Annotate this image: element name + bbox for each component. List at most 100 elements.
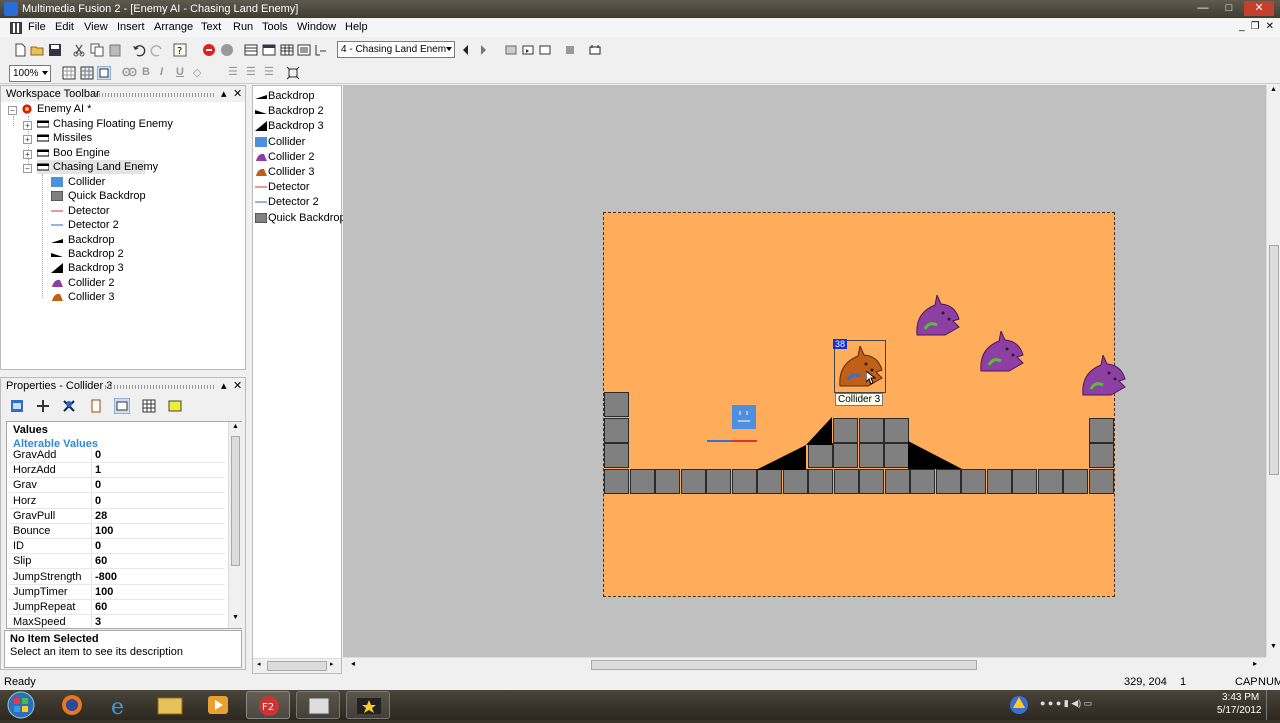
expand-frame-icon[interactable]: + <box>23 135 32 144</box>
quick-backdrop-tile[interactable] <box>833 469 859 494</box>
scroll-up-icon[interactable]: ▲ <box>1270 86 1277 93</box>
menu-file[interactable]: File <box>28 21 46 33</box>
mdi-window-icon[interactable] <box>10 22 22 34</box>
event-list-icon[interactable] <box>297 43 311 57</box>
menu-help[interactable]: Help <box>345 21 368 33</box>
quick-backdrop-tile[interactable] <box>833 443 858 468</box>
taskbar-recorder-icon[interactable] <box>346 691 390 719</box>
panel-close-icon[interactable]: ✕ <box>233 86 242 102</box>
editor-vscrollbar[interactable]: ▲ ▼ <box>1266 85 1280 657</box>
property-row[interactable]: HorzAdd 1 <box>9 463 225 479</box>
quick-backdrop-tile[interactable] <box>731 469 757 494</box>
quick-backdrop-tile[interactable] <box>604 469 629 494</box>
show-desktop-button[interactable] <box>1266 690 1280 720</box>
snap-to-grid-icon[interactable] <box>97 66 111 80</box>
frame-select[interactable]: 4 - Chasing Land Enem <box>337 41 455 58</box>
mdi-minimize-icon[interactable]: _ <box>1239 21 1245 32</box>
property-value[interactable]: 0 <box>95 448 101 463</box>
taskbar-ie-icon[interactable]: e <box>98 691 142 720</box>
record-icon[interactable] <box>220 43 234 57</box>
panel-pin-icon[interactable]: ▴ <box>221 378 227 394</box>
quick-backdrop-tile[interactable] <box>884 418 909 443</box>
zoom-select[interactable]: 100% <box>9 65 51 82</box>
align-left-icon[interactable]: ☰ <box>228 65 238 78</box>
show-grid-icon[interactable] <box>80 66 94 80</box>
scroll-left-icon[interactable]: ◂ <box>351 659 355 668</box>
property-row[interactable]: GravAdd 0 <box>9 448 225 463</box>
scroll-thumb[interactable] <box>591 660 977 670</box>
scroll-thumb[interactable] <box>231 436 240 566</box>
storyboard-editor-icon[interactable] <box>244 43 258 57</box>
about-tab-icon[interactable] <box>168 399 182 413</box>
quick-backdrop-tile[interactable] <box>1089 443 1114 468</box>
collider-2-enemy[interactable] <box>977 331 1027 375</box>
property-value[interactable]: 100 <box>95 585 113 600</box>
runtime-tab-icon[interactable] <box>89 399 103 413</box>
events-tab-icon[interactable] <box>142 399 156 413</box>
close-button[interactable]: ✕ <box>1244 1 1274 16</box>
quick-backdrop-tile[interactable] <box>1089 418 1114 443</box>
property-value[interactable]: 100 <box>95 524 113 539</box>
panel-grip[interactable] <box>105 385 215 389</box>
stop-icon[interactable] <box>202 43 216 57</box>
event-editor-icon[interactable] <box>280 43 294 57</box>
properties-scrollbar[interactable]: ▲ ▼ <box>228 422 242 628</box>
text-style-icon[interactable]: Ꙭ <box>122 66 137 79</box>
quick-backdrop-tile[interactable] <box>782 469 808 494</box>
property-row[interactable]: GravPull 28 <box>9 508 225 524</box>
collapse-app-icon[interactable]: − <box>8 106 17 115</box>
data-elements-icon[interactable] <box>314 43 328 57</box>
collider-object[interactable] <box>732 405 756 429</box>
chevron-down-icon[interactable] <box>446 47 452 51</box>
property-value[interactable]: 28 <box>95 509 107 524</box>
menu-text[interactable]: Text <box>201 21 221 33</box>
property-value[interactable]: 0 <box>95 539 101 554</box>
collapse-frame-icon[interactable]: − <box>23 164 32 173</box>
frame-editor-icon[interactable] <box>262 43 276 57</box>
property-value[interactable]: 3 <box>95 615 101 630</box>
property-row[interactable]: ID 0 <box>9 539 225 555</box>
tray-icons[interactable]: ● ● ● ▮ ◀) ▭ <box>1040 698 1092 709</box>
scroll-thumb[interactable] <box>1269 245 1279 475</box>
property-row[interactable]: JumpStrength -800 <box>9 569 225 585</box>
run-frame-icon[interactable] <box>521 43 535 57</box>
property-value[interactable]: 60 <box>95 554 107 569</box>
clock-date[interactable]: 5/17/2012 <box>1217 705 1262 716</box>
redo-icon[interactable] <box>150 43 164 57</box>
quick-backdrop-tile[interactable] <box>808 469 833 494</box>
property-row[interactable]: Bounce 100 <box>9 524 225 539</box>
scroll-up-icon[interactable]: ▲ <box>232 423 239 430</box>
taskbar-media-player-icon[interactable] <box>196 691 240 719</box>
previous-frame-icon[interactable] <box>459 43 473 57</box>
property-row[interactable]: Grav 0 <box>9 478 225 494</box>
display-tab-icon[interactable] <box>36 399 50 413</box>
object-list-scrollbar[interactable]: ◂ ▸ <box>253 658 341 673</box>
menu-arrange[interactable]: Arrange <box>154 21 193 33</box>
quick-backdrop-tile[interactable] <box>859 443 884 468</box>
chevron-down-icon[interactable] <box>42 71 48 75</box>
panel-close-icon[interactable]: ✕ <box>233 378 242 394</box>
bold-icon[interactable]: B <box>142 66 150 78</box>
mdi-close-icon[interactable]: ✕ <box>1266 21 1274 32</box>
collider-3-selection[interactable]: 38 <box>833 339 886 393</box>
property-row[interactable]: Slip 60 <box>9 554 225 570</box>
build-run-icon[interactable] <box>538 43 552 57</box>
property-row[interactable]: Horz 0 <box>9 493 225 509</box>
quick-backdrop-tile[interactable] <box>604 443 629 468</box>
debugger-icon[interactable] <box>588 43 602 57</box>
undo-icon[interactable] <box>132 43 146 57</box>
save-icon[interactable] <box>48 43 62 57</box>
new-icon[interactable] <box>13 43 27 57</box>
values-tab-icon[interactable] <box>114 398 130 414</box>
scroll-left-icon[interactable]: ◂ <box>257 660 261 668</box>
panel-grip[interactable] <box>93 93 215 97</box>
property-value[interactable]: -800 <box>95 570 117 585</box>
cut-icon[interactable] <box>72 43 86 57</box>
scroll-down-icon[interactable]: ▼ <box>232 614 239 621</box>
align-center-icon[interactable]: ☰ <box>246 65 256 78</box>
quick-backdrop-tile[interactable] <box>680 469 706 494</box>
collider-3-enemy[interactable] <box>836 346 886 390</box>
paste-icon[interactable] <box>108 43 122 57</box>
scroll-down-icon[interactable]: ▼ <box>1270 643 1277 650</box>
detector-object[interactable] <box>732 440 757 442</box>
